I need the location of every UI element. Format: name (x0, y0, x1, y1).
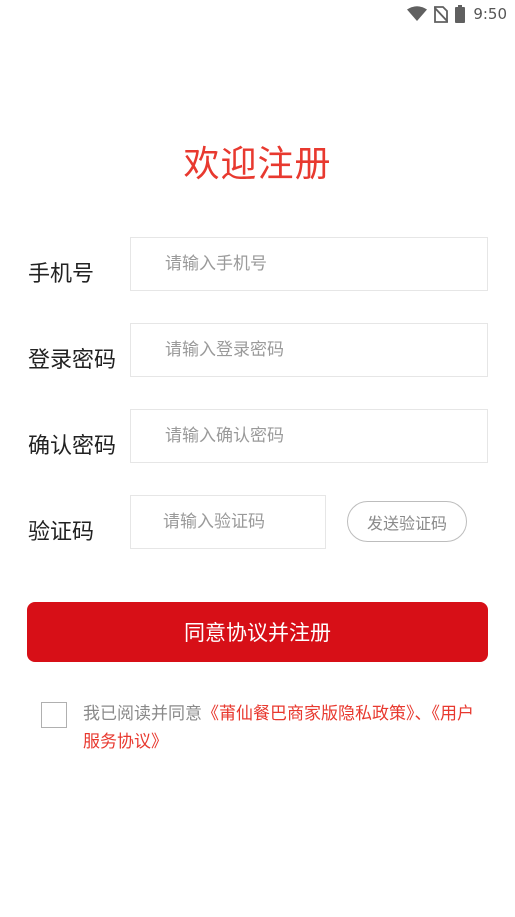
status-bar: 9:50 (0, 0, 515, 28)
agree-and-register-button[interactable]: 同意协议并注册 (27, 602, 488, 662)
agreement-text: 我已阅读并同意《莆仙餐巴商家版隐私政策》、《用户服务协议》 (83, 700, 483, 756)
agreement-checkbox[interactable] (41, 702, 67, 728)
confirm-password-field-box[interactable] (130, 409, 488, 463)
password-field-box[interactable] (130, 323, 488, 377)
status-time: 9:50 (473, 5, 507, 23)
privacy-policy-link[interactable]: 《莆仙餐巴商家版隐私政策》 (202, 704, 415, 724)
phone-input[interactable] (163, 253, 487, 275)
no-sim-icon (434, 5, 449, 23)
agreement-separator: 、 (414, 704, 432, 724)
password-label: 登录密码 (28, 348, 117, 373)
page-title: 欢迎注册 (183, 144, 332, 185)
register-screen: 9:50 欢迎注册 手机号 登录密码 确认密码 验证码 发送验证码 同意协议并注… (0, 0, 515, 917)
code-input[interactable] (161, 511, 325, 533)
code-label: 验证码 (28, 520, 95, 545)
agreement-prefix: 我已阅读并同意 (83, 704, 202, 724)
battery-icon (455, 5, 466, 23)
send-code-button[interactable]: 发送验证码 (347, 501, 467, 542)
phone-field-box[interactable] (130, 237, 488, 291)
code-field-box[interactable] (130, 495, 326, 549)
wifi-icon (407, 6, 428, 22)
confirm-password-input[interactable] (163, 425, 487, 447)
password-input[interactable] (163, 339, 487, 361)
phone-label: 手机号 (28, 262, 95, 287)
confirm-password-label: 确认密码 (28, 434, 117, 459)
